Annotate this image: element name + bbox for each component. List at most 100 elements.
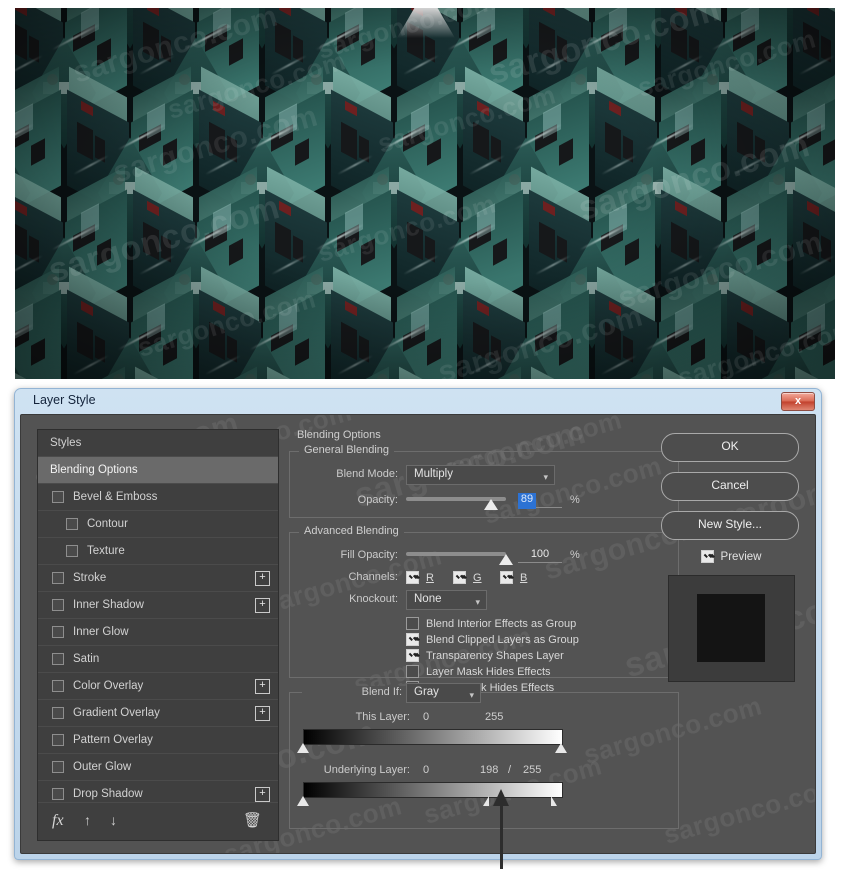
- sidebar-item-satin[interactable]: Satin: [38, 646, 278, 673]
- annotation-arrow: [493, 789, 509, 869]
- sidebar-item-bevel-emboss[interactable]: Bevel & Emboss: [38, 484, 278, 511]
- option-label: Layer Mask Hides Effects: [426, 665, 551, 678]
- style-enable-checkbox[interactable]: [66, 518, 78, 530]
- new-style-button[interactable]: New Style...: [661, 511, 799, 540]
- this-layer-gradient-bar[interactable]: [303, 729, 563, 745]
- add-effect-icon[interactable]: +: [255, 787, 270, 802]
- blend-if-label: Blend If:: [302, 686, 406, 698]
- cancel-button[interactable]: Cancel: [661, 472, 799, 501]
- underlying-black-slider[interactable]: [297, 796, 309, 806]
- arrow-down-icon[interactable]: ↓: [110, 812, 117, 828]
- fill-opacity-slider-track[interactable]: [406, 552, 513, 565]
- dialog-actions: OK Cancel New Style... Preview: [661, 433, 801, 682]
- this-layer-black-value: 0: [423, 711, 430, 723]
- add-effect-icon[interactable]: +: [255, 679, 270, 694]
- sidebar-item-label: Blending Options: [50, 464, 138, 476]
- sidebar-item-texture[interactable]: Texture: [38, 538, 278, 565]
- fill-opacity-input[interactable]: 100: [518, 548, 562, 563]
- sidebar-item-contour[interactable]: Contour: [38, 511, 278, 538]
- sidebar-item-inner-glow[interactable]: Inner Glow: [38, 619, 278, 646]
- option-layer-mask-hides-effects[interactable]: Layer Mask Hides Effects: [406, 665, 551, 678]
- style-enable-checkbox[interactable]: [52, 599, 64, 611]
- blend-mode-value: Multiply: [414, 468, 453, 480]
- blend-mode-select[interactable]: Multiply ▾: [406, 465, 555, 485]
- styles-toolbar: fx ↑ ↓ 🗑: [38, 802, 278, 840]
- blend-if-group: Blend If: Gray ▾ This Layer: 0 255 Under…: [289, 683, 679, 829]
- option-transparency-shapes-layer[interactable]: Transparency Shapes Layer: [406, 649, 564, 662]
- dialog-content: sargonco.com sargonco.com sargonco.com sarg…: [20, 414, 816, 854]
- style-enable-checkbox[interactable]: [52, 491, 64, 503]
- opacity-slider-track[interactable]: [406, 497, 506, 510]
- sidebar-item-label: Satin: [73, 653, 100, 665]
- style-enable-checkbox[interactable]: [52, 788, 64, 800]
- styles-panel: Styles Blending Options Bevel & Emboss Cont…: [37, 429, 279, 841]
- knockout-value: None: [414, 593, 442, 605]
- blending-options-heading: Blending Options: [297, 429, 381, 441]
- add-effect-icon[interactable]: +: [255, 598, 270, 613]
- underlying-white-split-left-slider[interactable]: [482, 796, 489, 806]
- option-label: Blend Interior Effects as Group: [426, 617, 577, 630]
- sidebar-item-outer-glow[interactable]: Outer Glow: [38, 754, 278, 781]
- option-blend-clipped-layers-as-group[interactable]: Blend Clipped Layers as Group: [406, 633, 579, 646]
- sidebar-item-inner-shadow[interactable]: Inner Shadow +: [38, 592, 278, 619]
- sidebar-item-label: Stroke: [73, 572, 107, 584]
- opacity-slider-thumb[interactable]: [484, 499, 498, 510]
- underlying-white-left-value: 198: [480, 764, 499, 776]
- preview-toggle[interactable]: Preview: [661, 550, 801, 563]
- blend-if-channel-select[interactable]: Gray ▾: [406, 683, 481, 703]
- this-layer-white-slider[interactable]: [555, 743, 567, 753]
- style-enable-checkbox[interactable]: [52, 680, 64, 692]
- option-checkbox[interactable]: [406, 617, 419, 630]
- style-enable-checkbox[interactable]: [52, 707, 64, 719]
- close-icon[interactable]: x: [781, 392, 815, 411]
- artwork-canvas: sargonco.comsargonco.comsargonco.comsarg…: [15, 8, 835, 379]
- option-checkbox[interactable]: [406, 633, 419, 646]
- fill-opacity-slider-thumb[interactable]: [499, 554, 513, 565]
- advanced-blending-group: Advanced Blending Fill Opacity: 100 % Ch…: [289, 525, 679, 694]
- channel-r-toggle[interactable]: R: [406, 571, 434, 584]
- sidebar-item-label: Drop Shadow: [73, 788, 143, 800]
- sidebar-item-styles[interactable]: Styles: [38, 430, 278, 457]
- channel-checkbox[interactable]: [500, 571, 513, 584]
- ok-button[interactable]: OK: [661, 433, 799, 462]
- style-enable-checkbox[interactable]: [52, 653, 64, 665]
- underlying-white-split-right-slider[interactable]: [550, 796, 557, 806]
- sidebar-item-blending-options[interactable]: Blending Options: [38, 457, 278, 484]
- option-blend-interior-effects-as-group[interactable]: Blend Interior Effects as Group: [406, 617, 576, 630]
- sidebar-item-drop-shadow[interactable]: Drop Shadow +: [38, 781, 278, 802]
- style-enable-checkbox[interactable]: [52, 761, 64, 773]
- layer-style-dialog: Layer Style x sargonco.com sargonco.com sa…: [14, 388, 822, 860]
- style-preview-thumbnail: [667, 575, 795, 682]
- dialog-titlebar[interactable]: Layer Style x: [15, 389, 821, 414]
- fx-icon[interactable]: fx: [52, 812, 64, 830]
- styles-list[interactable]: Styles Blending Options Bevel & Emboss Cont…: [38, 430, 278, 802]
- watermark-text: sargonco.com: [660, 770, 816, 850]
- channel-g-toggle[interactable]: G: [453, 571, 482, 584]
- sidebar-item-label: Gradient Overlay: [73, 707, 160, 719]
- knockout-select[interactable]: None ▾: [406, 590, 487, 610]
- channels-label: Channels:: [348, 571, 398, 583]
- option-checkbox[interactable]: [406, 665, 419, 678]
- add-effect-icon[interactable]: +: [255, 706, 270, 721]
- channel-checkbox[interactable]: [406, 571, 419, 584]
- sidebar-item-color-overlay[interactable]: Color Overlay +: [38, 673, 278, 700]
- channel-checkbox[interactable]: [453, 571, 466, 584]
- sidebar-item-gradient-overlay[interactable]: Gradient Overlay +: [38, 700, 278, 727]
- trash-icon[interactable]: 🗑: [243, 811, 262, 829]
- style-enable-checkbox[interactable]: [52, 626, 64, 638]
- sidebar-item-label: Contour: [87, 518, 128, 530]
- option-checkbox[interactable]: [406, 649, 419, 662]
- channel-b-toggle[interactable]: B: [500, 571, 527, 584]
- add-effect-icon[interactable]: +: [255, 571, 270, 586]
- arrow-up-icon[interactable]: ↑: [84, 812, 91, 828]
- sidebar-item-pattern-overlay[interactable]: Pattern Overlay: [38, 727, 278, 754]
- opacity-input-pad[interactable]: [536, 493, 562, 508]
- preview-checkbox[interactable]: [700, 550, 714, 563]
- style-enable-checkbox[interactable]: [52, 572, 64, 584]
- this-layer-black-slider[interactable]: [297, 743, 309, 753]
- sidebar-item-stroke[interactable]: Stroke +: [38, 565, 278, 592]
- style-enable-checkbox[interactable]: [66, 545, 78, 557]
- opacity-input[interactable]: 89: [518, 493, 536, 509]
- underlying-layer-gradient-bar[interactable]: [303, 782, 563, 798]
- style-enable-checkbox[interactable]: [52, 734, 64, 746]
